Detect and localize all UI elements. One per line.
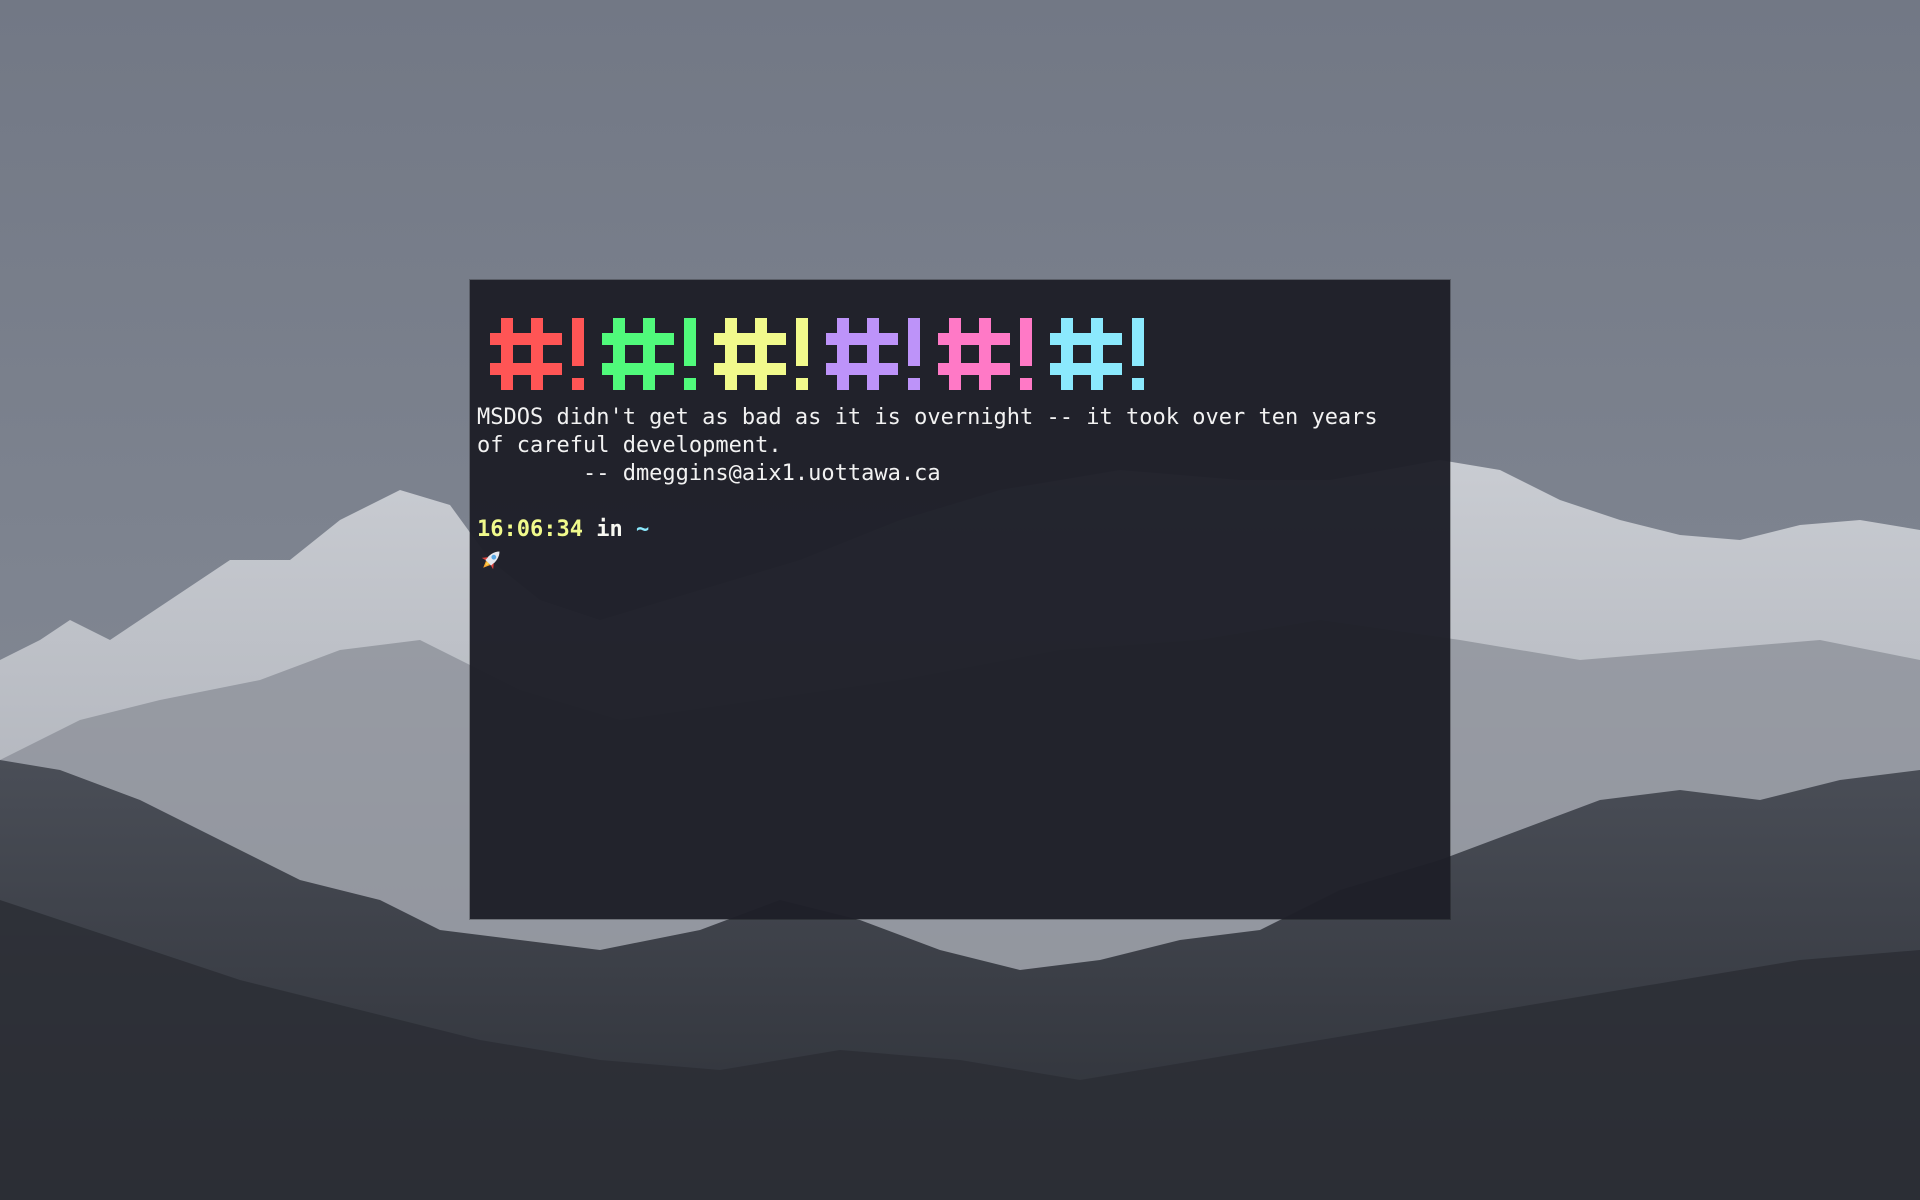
- banner-glyph-green: [602, 318, 696, 390]
- terminal-window[interactable]: MSDOS didn't get as bad as it is overnig…: [470, 280, 1450, 919]
- prompt-time: 16:06:34: [477, 517, 583, 542]
- shell-prompt: 16:06:34 in ~: [477, 516, 649, 544]
- hashbang-banner: [490, 318, 1162, 390]
- prompt-directory: ~: [635, 517, 650, 542]
- fortune-output: MSDOS didn't get as bad as it is overnig…: [477, 404, 1437, 488]
- rocket-icon: [481, 551, 500, 570]
- fortune-attribution: -- dmeggins@aix1.uottawa.ca: [477, 461, 941, 486]
- banner-glyph-yellow: [714, 318, 808, 390]
- banner-glyph-cyan: [1050, 318, 1144, 390]
- banner-glyph-red: [490, 318, 584, 390]
- fortune-line-1: MSDOS didn't get as bad as it is overnig…: [477, 405, 1378, 430]
- banner-glyph-pink: [938, 318, 1032, 390]
- fortune-line-2: of careful development.: [477, 433, 782, 458]
- prompt-in-word: in: [596, 517, 623, 542]
- banner-glyph-purple: [826, 318, 920, 390]
